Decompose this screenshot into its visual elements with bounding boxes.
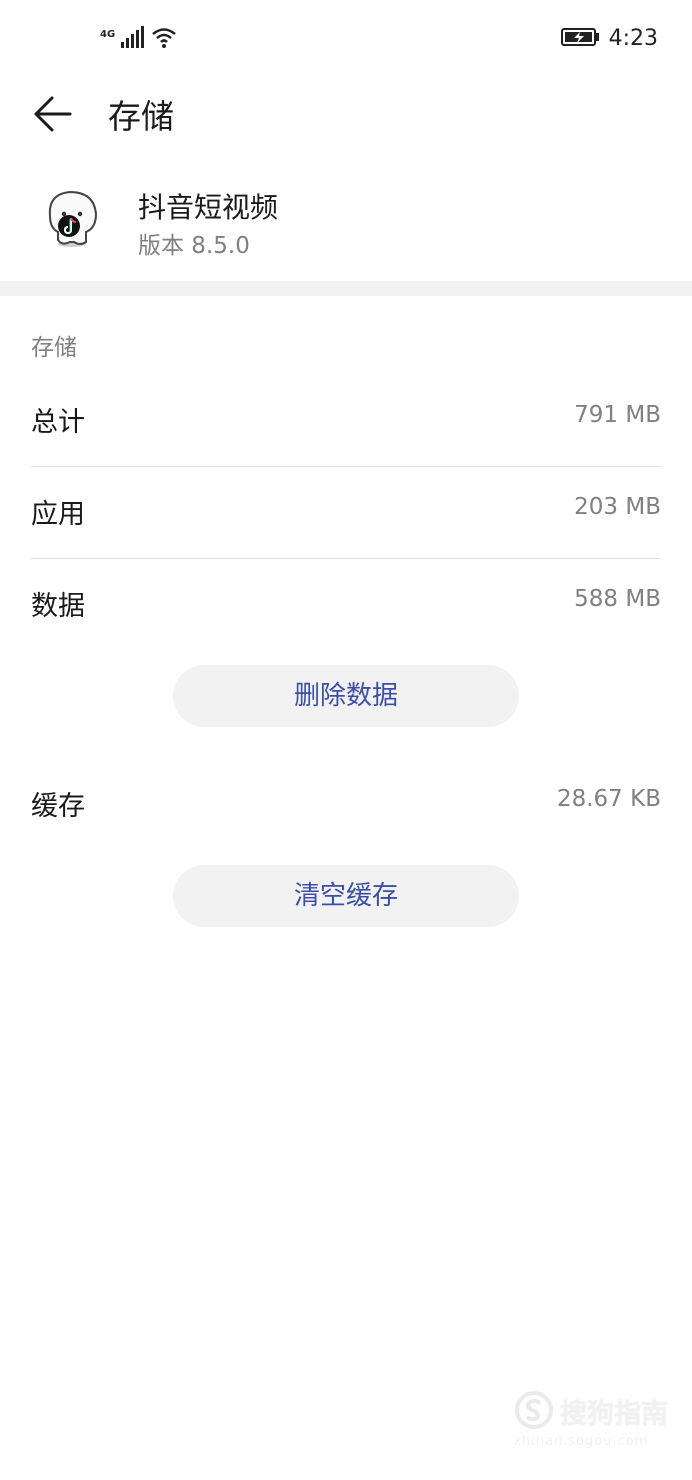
watermark-text: 搜狗指南 xyxy=(560,1399,668,1430)
app-size-value: 203 MB xyxy=(574,494,661,520)
status-bar: 4G 4:23 xyxy=(0,0,692,80)
section-divider xyxy=(0,281,692,296)
data-row: 数据 588 MB xyxy=(31,558,661,650)
page-title: 存储 xyxy=(108,97,174,136)
network-type: 4G xyxy=(100,29,116,40)
cache-value: 28.67 KB xyxy=(556,786,661,812)
app-name: 抖音短视频 xyxy=(138,191,279,224)
top-app-bar: 存储 xyxy=(0,80,692,150)
clock: 4:23 xyxy=(608,26,658,51)
back-button[interactable] xyxy=(28,92,78,136)
data-value: 588 MB xyxy=(574,586,661,612)
cache-row: 缓存 28.67 KB xyxy=(31,758,661,850)
status-left: 4G xyxy=(100,26,177,52)
wifi-icon xyxy=(151,26,177,52)
app-icon xyxy=(40,186,104,250)
total-label: 总计 xyxy=(31,407,85,438)
watermark-url: zhinan.sogou.com xyxy=(514,1434,649,1449)
cache-label: 缓存 xyxy=(31,791,85,822)
delete-data-button[interactable]: 删除数据 xyxy=(173,665,519,727)
app-info: 抖音短视频 版本 8.5.0 xyxy=(0,170,692,280)
status-right: 4:23 xyxy=(560,26,658,51)
app-size-row: 应用 203 MB xyxy=(31,466,661,559)
app-version: 版本 8.5.0 xyxy=(138,233,250,259)
total-row: 总计 791 MB xyxy=(31,374,661,467)
app-size-label: 应用 xyxy=(31,499,85,530)
storage-section-label: 存储 xyxy=(31,335,77,361)
back-arrow-icon xyxy=(34,96,72,132)
total-value: 791 MB xyxy=(574,402,661,428)
watermark-logo-icon xyxy=(515,1391,553,1429)
clear-cache-button[interactable]: 清空缓存 xyxy=(173,865,519,927)
watermark: 搜狗指南 zhinan.sogou.com xyxy=(512,1388,672,1458)
data-label: 数据 xyxy=(31,591,85,622)
signal-icon xyxy=(121,26,145,52)
battery-charging-icon xyxy=(560,27,601,51)
